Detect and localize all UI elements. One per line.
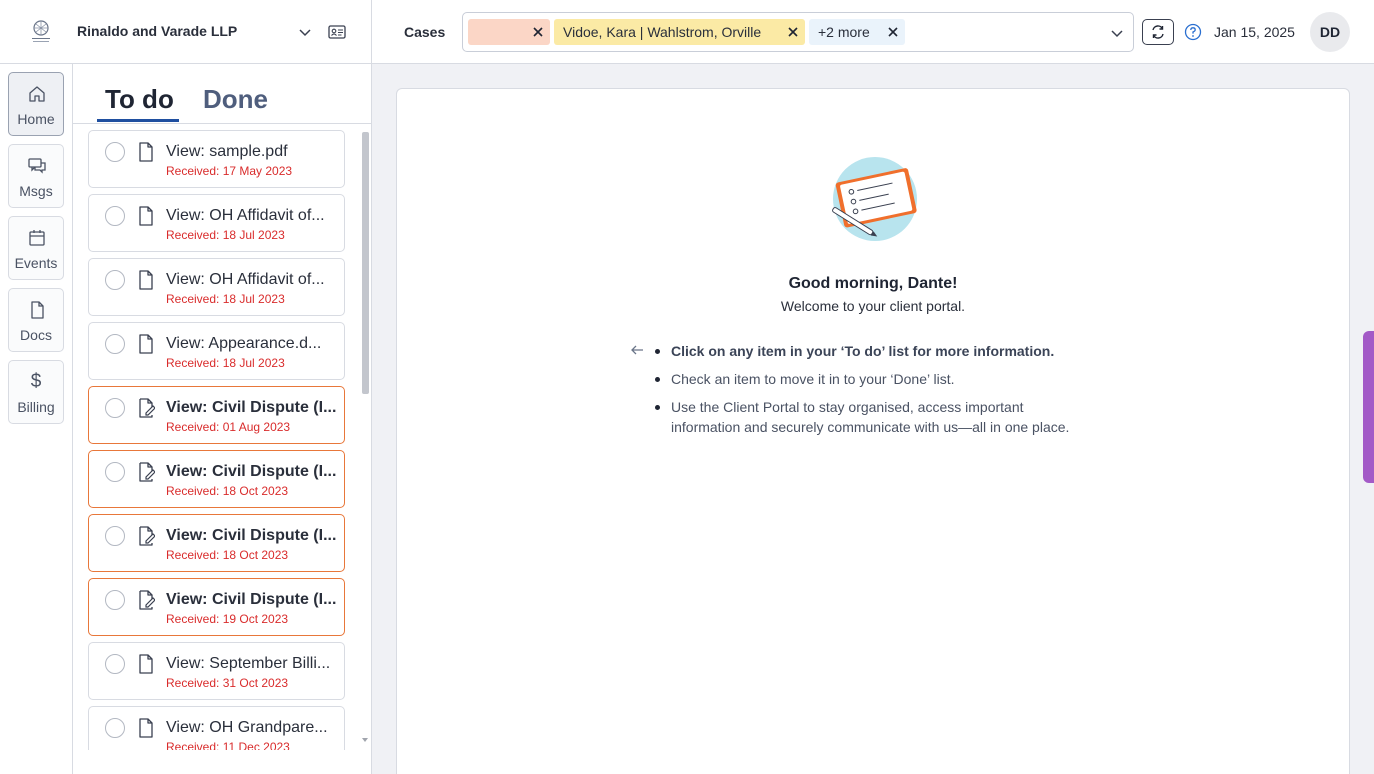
active-tab-indicator xyxy=(97,119,179,122)
case-chip[interactable] xyxy=(468,19,550,45)
todo-checkbox[interactable] xyxy=(105,142,125,162)
greeting-heading: Good morning, Dante! xyxy=(788,275,958,292)
file-signature-icon xyxy=(139,462,155,482)
file-signature-icon xyxy=(139,398,155,418)
received-date: Received: 18 Jul 2023 xyxy=(166,228,285,242)
firm-header: Rinaldo and Varade LLP xyxy=(0,0,372,64)
todo-title: View: Civil Dispute (I... xyxy=(166,527,337,544)
tab-todo[interactable]: To do xyxy=(105,84,174,115)
list-item[interactable]: View: Civil Dispute (I... Received: 19 O… xyxy=(88,578,345,636)
todo-checkbox[interactable] xyxy=(105,590,125,610)
instructions-list: Click on any item in your ‘To do’ list f… xyxy=(655,341,1075,445)
top-bar: Cases Vidoe, Kara | Wahlstrom, Orville +… xyxy=(372,0,1374,64)
received-date: Received: 18 Oct 2023 xyxy=(166,548,289,562)
list-item[interactable]: View: Civil Dispute (I... Received: 18 O… xyxy=(88,514,345,572)
file-signature-icon xyxy=(139,526,155,546)
welcome-text: Welcome to your client portal. xyxy=(780,298,966,314)
received-date: Received: 18 Jul 2023 xyxy=(166,292,285,306)
received-date: Received: 01 Aug 2023 xyxy=(166,420,291,434)
instruction-item: Use the Client Portal to stay organised,… xyxy=(655,397,1075,437)
received-date: Received: 31 Oct 2023 xyxy=(166,676,289,690)
list-item[interactable]: View: Civil Dispute (I... Received: 01 A… xyxy=(88,386,345,444)
refresh-button[interactable] xyxy=(1142,19,1174,45)
file-icon xyxy=(139,654,153,674)
left-nav: Home Msgs Events Docs $ Billing xyxy=(0,64,73,774)
nav-item-billing[interactable]: $ Billing xyxy=(8,360,64,424)
scroll-down-icon[interactable] xyxy=(361,736,369,744)
list-item[interactable]: View: OH Grandpare... Received: 11 Dec 2… xyxy=(88,706,345,750)
case-chip[interactable]: Vidoe, Kara | Wahlstrom, Orville xyxy=(554,19,805,45)
todo-checkbox[interactable] xyxy=(105,398,125,418)
nav-item-events[interactable]: Events xyxy=(8,216,64,280)
file-icon xyxy=(139,142,153,162)
tab-done[interactable]: Done xyxy=(203,84,268,115)
received-date: Received: 11 Dec 2023 xyxy=(166,740,290,750)
nav-item-msgs[interactable]: Msgs xyxy=(8,144,64,208)
todo-title: View: Civil Dispute (I... xyxy=(166,399,337,416)
list-item[interactable]: View: sample.pdf Received: 17 May 2023 xyxy=(88,130,345,188)
list-item[interactable]: View: September Billi... Received: 31 Oc… xyxy=(88,642,345,700)
avatar[interactable]: DD xyxy=(1310,12,1350,52)
contact-card-icon[interactable] xyxy=(327,22,347,42)
received-date: Received: 17 May 2023 xyxy=(166,164,293,178)
chevron-down-icon[interactable] xyxy=(1109,25,1125,41)
chevron-down-icon[interactable] xyxy=(296,24,314,42)
received-date: Received: 19 Oct 2023 xyxy=(166,612,289,626)
todo-checkbox[interactable] xyxy=(105,462,125,482)
scrollbar-thumb[interactable] xyxy=(362,132,369,394)
todo-title: View: September Billi... xyxy=(166,655,331,672)
nav-item-home[interactable]: Home xyxy=(8,72,64,136)
todo-title: View: OH Affidavit of... xyxy=(166,207,325,224)
tab-bar: To do Done xyxy=(73,64,371,124)
instruction-item: Click on any item in your ‘To do’ list f… xyxy=(655,341,1075,361)
todo-title: View: sample.pdf xyxy=(166,143,288,160)
refresh-icon xyxy=(1152,25,1164,39)
received-date: Received: 18 Jul 2023 xyxy=(166,356,285,370)
todo-title: View: OH Affidavit of... xyxy=(166,271,325,288)
todo-list: View: sample.pdf Received: 17 May 2023 V… xyxy=(88,130,346,750)
list-item[interactable]: View: Civil Dispute (I... Received: 18 O… xyxy=(88,450,345,508)
firm-name: Rinaldo and Varade LLP xyxy=(77,23,238,39)
todo-panel: To do Done View: sample.pdf Received: 17… xyxy=(73,64,372,774)
instruction-item: Check an item to move it in to your ‘Don… xyxy=(655,369,1075,389)
file-icon xyxy=(139,270,153,290)
side-feedback-tab[interactable] xyxy=(1363,331,1374,483)
checklist-illustration xyxy=(832,157,917,241)
file-signature-icon xyxy=(139,590,155,610)
messages-icon xyxy=(28,158,46,174)
todo-checkbox[interactable] xyxy=(105,526,125,546)
home-icon xyxy=(29,86,45,102)
case-selector[interactable]: Vidoe, Kara | Wahlstrom, Orville +2 more xyxy=(462,12,1134,52)
welcome-card: Good morning, Dante! Welcome to your cli… xyxy=(396,88,1350,774)
todo-title: View: Civil Dispute (I... xyxy=(166,591,337,608)
list-item[interactable]: View: Appearance.d... Received: 18 Jul 2… xyxy=(88,322,345,380)
todo-title: View: Civil Dispute (I... xyxy=(166,463,337,480)
cases-label: Cases xyxy=(404,24,446,40)
firm-logo xyxy=(32,20,50,42)
todo-checkbox[interactable] xyxy=(105,334,125,354)
todo-title: View: Appearance.d... xyxy=(166,335,322,352)
close-icon[interactable] xyxy=(886,25,900,39)
document-icon xyxy=(31,301,44,319)
dollar-icon: $ xyxy=(30,371,42,392)
todo-title: View: OH Grandpare... xyxy=(166,719,328,736)
received-date: Received: 18 Oct 2023 xyxy=(166,484,289,498)
nav-item-docs[interactable]: Docs xyxy=(8,288,64,352)
file-icon xyxy=(139,718,153,738)
list-item[interactable]: View: OH Affidavit of... Received: 18 Ju… xyxy=(88,258,345,316)
file-icon xyxy=(139,206,153,226)
arrow-left-icon xyxy=(631,345,643,355)
todo-checkbox[interactable] xyxy=(105,206,125,226)
file-icon xyxy=(139,334,153,354)
todo-checkbox[interactable] xyxy=(105,654,125,674)
current-date: Jan 15, 2025 xyxy=(1214,24,1295,40)
calendar-icon xyxy=(29,230,45,246)
close-icon[interactable] xyxy=(786,25,800,39)
todo-checkbox[interactable] xyxy=(105,718,125,738)
close-icon[interactable] xyxy=(531,25,545,39)
more-cases-chip[interactable]: +2 more xyxy=(809,19,905,45)
list-item[interactable]: View: OH Affidavit of... Received: 18 Ju… xyxy=(88,194,345,252)
todo-checkbox[interactable] xyxy=(105,270,125,290)
help-icon[interactable] xyxy=(1184,23,1202,41)
